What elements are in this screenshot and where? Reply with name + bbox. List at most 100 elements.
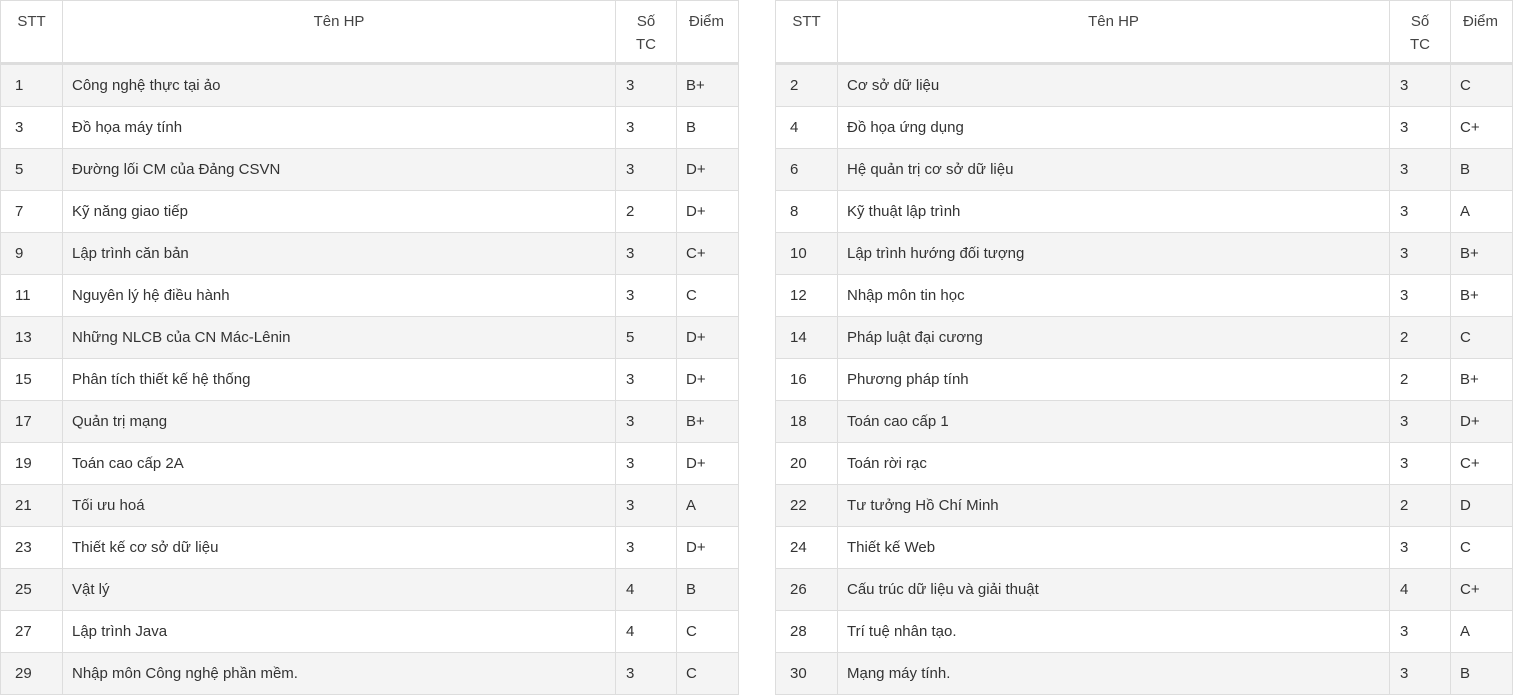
cell-credits: 4 [1389, 568, 1451, 611]
cell-stt: 8 [775, 190, 838, 233]
cell-stt: 12 [775, 274, 838, 317]
cell-credits: 3 [615, 63, 677, 107]
cell-stt: 21 [0, 484, 63, 527]
table-row: 24 Thiết kế Web 3 C [775, 526, 1513, 569]
cell-credits: 3 [615, 358, 677, 401]
cell-grade: A [1450, 610, 1513, 653]
cell-grade: C [676, 652, 739, 695]
cell-course-name: Công nghệ thực tại ảo [62, 63, 616, 107]
cell-course-name: Lập trình căn bản [62, 232, 616, 275]
cell-course-name: Quản trị mạng [62, 400, 616, 443]
cell-grade: B+ [1450, 274, 1513, 317]
table-row: 23 Thiết kế cơ sở dữ liệu 3 D+ [0, 526, 739, 569]
cell-stt: 15 [0, 358, 63, 401]
table-row: 2 Cơ sở dữ liệu 3 C [775, 63, 1513, 107]
table-row: 11 Nguyên lý hệ điều hành 3 C [0, 274, 739, 317]
table-row: 15 Phân tích thiết kế hệ thống 3 D+ [0, 358, 739, 401]
cell-course-name: Cấu trúc dữ liệu và giải thuật [837, 568, 1390, 611]
header-credits: Số TC [1389, 0, 1451, 64]
cell-grade: C+ [676, 232, 739, 275]
cell-credits: 3 [1389, 400, 1451, 443]
cell-credits: 3 [615, 526, 677, 569]
cell-grade: B+ [676, 63, 739, 107]
cell-credits: 3 [1389, 63, 1451, 107]
table-row: 21 Tối ưu hoá 3 A [0, 484, 739, 527]
cell-grade: D+ [676, 148, 739, 191]
header-stt: STT [775, 0, 838, 64]
cell-grade: C [676, 274, 739, 317]
table-body: 1 Công nghệ thực tại ảo 3 B+ 3 Đồ họa máy tín… [0, 63, 739, 695]
cell-credits: 3 [1389, 652, 1451, 695]
cell-grade: D+ [676, 526, 739, 569]
cell-credits: 3 [1389, 274, 1451, 317]
grades-table-left: STT Tên HP Số TC Điểm 1 Công nghệ thực tạ… [0, 0, 739, 695]
table-row: 27 Lập trình Java 4 C [0, 610, 739, 653]
table-row: 25 Vật lý 4 B [0, 568, 739, 611]
cell-stt: 19 [0, 442, 63, 485]
cell-grade: C [1450, 63, 1513, 107]
cell-course-name: Nguyên lý hệ điều hành [62, 274, 616, 317]
cell-course-name: Đường lối CM của Đảng CSVN [62, 148, 616, 191]
cell-credits: 5 [615, 316, 677, 359]
cell-stt: 2 [775, 63, 838, 107]
cell-course-name: Hệ quản trị cơ sở dữ liệu [837, 148, 1390, 191]
cell-course-name: Phân tích thiết kế hệ thống [62, 358, 616, 401]
cell-stt: 26 [775, 568, 838, 611]
table-row: 29 Nhập môn Công nghệ phần mềm. 3 C [0, 652, 739, 695]
cell-grade: C [1450, 526, 1513, 569]
table-row: 30 Mạng máy tính. 3 B [775, 652, 1513, 695]
cell-grade: B+ [1450, 358, 1513, 401]
header-credits: Số TC [615, 0, 677, 64]
table-row: 4 Đồ họa ứng dụng 3 C+ [775, 106, 1513, 149]
table-row: 3 Đồ họa máy tính 3 B [0, 106, 739, 149]
cell-course-name: Lập trình Java [62, 610, 616, 653]
cell-course-name: Thiết kế cơ sở dữ liệu [62, 526, 616, 569]
cell-stt: 3 [0, 106, 63, 149]
table-row: 16 Phương pháp tính 2 B+ [775, 358, 1513, 401]
cell-credits: 3 [615, 442, 677, 485]
cell-stt: 30 [775, 652, 838, 695]
table-row: 13 Những NLCB của CN Mác-Lênin 5 D+ [0, 316, 739, 359]
cell-credits: 4 [615, 568, 677, 611]
cell-credits: 3 [615, 652, 677, 695]
cell-stt: 17 [0, 400, 63, 443]
table-row: 20 Toán rời rạc 3 C+ [775, 442, 1513, 485]
table-row: 8 Kỹ thuật lập trình 3 A [775, 190, 1513, 233]
cell-stt: 5 [0, 148, 63, 191]
cell-grade: A [1450, 190, 1513, 233]
table-row: 18 Toán cao cấp 1 3 D+ [775, 400, 1513, 443]
cell-course-name: Lập trình hướng đối tượng [837, 232, 1390, 275]
cell-stt: 27 [0, 610, 63, 653]
cell-course-name: Đồ họa ứng dụng [837, 106, 1390, 149]
table-row: 22 Tư tưởng Hồ Chí Minh 2 D [775, 484, 1513, 527]
cell-stt: 13 [0, 316, 63, 359]
cell-grade: B [1450, 652, 1513, 695]
cell-credits: 3 [615, 484, 677, 527]
cell-stt: 24 [775, 526, 838, 569]
cell-course-name: Toán cao cấp 1 [837, 400, 1390, 443]
table-row: 7 Kỹ năng giao tiếp 2 D+ [0, 190, 739, 233]
cell-course-name: Kỹ thuật lập trình [837, 190, 1390, 233]
cell-grade: D+ [676, 316, 739, 359]
cell-stt: 23 [0, 526, 63, 569]
cell-credits: 3 [615, 232, 677, 275]
cell-stt: 20 [775, 442, 838, 485]
cell-grade: C [676, 610, 739, 653]
table-row: 9 Lập trình căn bản 3 C+ [0, 232, 739, 275]
cell-grade: C+ [1450, 442, 1513, 485]
table-row: 1 Công nghệ thực tại ảo 3 B+ [0, 63, 739, 107]
table-row: 28 Trí tuệ nhân tạo. 3 A [775, 610, 1513, 653]
table-row: 26 Cấu trúc dữ liệu và giải thuật 4 C+ [775, 568, 1513, 611]
cell-stt: 28 [775, 610, 838, 653]
cell-grade: C [1450, 316, 1513, 359]
cell-course-name: Nhập môn Công nghệ phần mềm. [62, 652, 616, 695]
table-row: 17 Quản trị mạng 3 B+ [0, 400, 739, 443]
cell-credits: 2 [1389, 484, 1451, 527]
cell-course-name: Nhập môn tin học [837, 274, 1390, 317]
cell-credits: 3 [1389, 526, 1451, 569]
cell-course-name: Mạng máy tính. [837, 652, 1390, 695]
cell-credits: 3 [615, 400, 677, 443]
header-grade: Điểm [676, 0, 739, 64]
cell-course-name: Trí tuệ nhân tạo. [837, 610, 1390, 653]
cell-grade: B [1450, 148, 1513, 191]
